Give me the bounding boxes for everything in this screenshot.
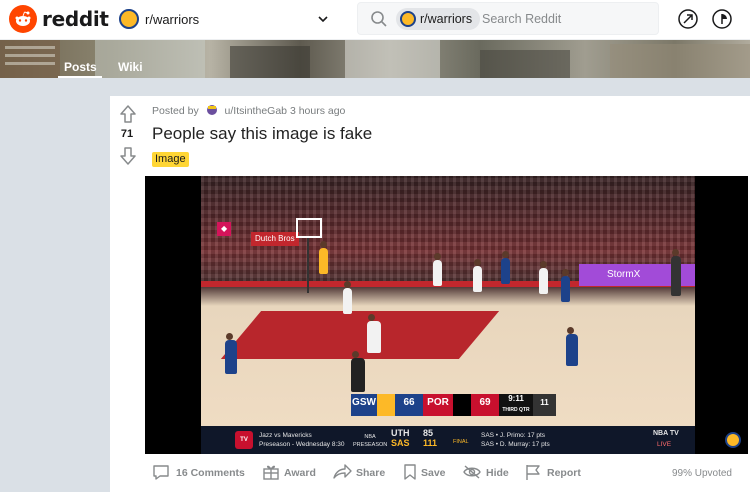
nba-tv-logo-icon: TV <box>235 431 253 449</box>
ticker-stat-2: SAS • D. Murray: 17 pts <box>481 441 550 448</box>
hide-eye-icon <box>463 465 481 479</box>
ticker-live-label: LIVE <box>657 441 672 448</box>
post-time: 3 hours ago <box>289 105 346 117</box>
share-label: Share <box>356 467 386 479</box>
post-media[interactable]: ◆ Dutch Bros StormX GSW 66 POR 69 9:11 T… <box>145 176 748 454</box>
comments-label: 16 Comments <box>176 467 245 479</box>
ticker-promo-2: Preseason - Wednesday 8:30 <box>259 441 345 448</box>
clock-value: 9:11 <box>508 394 524 403</box>
award-label: Award <box>284 467 316 479</box>
popular-arrow-icon[interactable] <box>677 8 699 30</box>
report-label: Report <box>547 467 581 479</box>
search-chip-label: r/warriors <box>420 12 473 26</box>
tab-wiki[interactable]: Wiki <box>118 60 143 74</box>
post-meta: Posted by u/ItsintheGab 3 hours ago <box>152 104 345 117</box>
score-ticker: TV Jazz vs Mavericks Preseason - Wednesd… <box>201 426 695 454</box>
report-button[interactable]: Report <box>524 462 586 484</box>
search-community-chip[interactable]: r/warriors <box>396 8 481 30</box>
comments-button[interactable]: 16 Comments <box>152 462 248 484</box>
search-icon <box>371 11 387 27</box>
award-button[interactable]: Award <box>262 462 322 484</box>
player <box>367 314 381 353</box>
ticker-home-score: 111 <box>423 438 438 448</box>
player <box>343 281 352 314</box>
ticker-stat-1: SAS • J. Primo: 17 pts <box>481 432 546 439</box>
shot-clock: 11 <box>533 394 556 416</box>
player <box>473 259 482 292</box>
flag-icon <box>526 465 540 480</box>
community-name: r/warriors <box>145 12 200 27</box>
team1-score: 66 <box>395 394 423 416</box>
player <box>566 327 578 366</box>
stats-icon[interactable] <box>711 8 733 30</box>
ticker-home-team: SAS <box>391 438 410 448</box>
warriors-logo-icon <box>725 432 741 448</box>
player <box>225 333 237 374</box>
post-card[interactable]: 71 Posted by u/ItsintheGab 3 hours ago P… <box>110 96 750 492</box>
stormx-ad-label: StormX <box>607 269 641 280</box>
ticker-game-type: NBA PRESEASON <box>353 434 388 448</box>
team2-score: 69 <box>471 394 499 416</box>
player <box>501 251 510 284</box>
downvote-arrow-icon[interactable] <box>119 146 137 166</box>
award-icon <box>263 465 279 480</box>
post-flair[interactable]: Image <box>152 152 189 167</box>
ticker-away-team: UTH <box>391 428 410 438</box>
community-selector[interactable]: r/warriors <box>115 4 340 34</box>
player <box>539 261 548 294</box>
dutch-bros-ad: Dutch Bros <box>251 232 299 246</box>
court-paint <box>220 311 500 359</box>
player <box>433 253 442 286</box>
vote-score: 71 <box>120 128 134 140</box>
bookmark-icon <box>404 464 416 480</box>
quarter-label: THIRD QTR <box>502 407 530 413</box>
team2-name: POR <box>423 394 453 416</box>
team2-logo <box>453 394 471 416</box>
share-icon <box>333 464 352 479</box>
author-link[interactable]: u/ItsintheGab <box>225 105 287 117</box>
upvote-ratio: 99% Upvoted <box>671 468 732 479</box>
search-bar[interactable]: r/warriors Search Reddit <box>357 2 659 35</box>
upvote-arrow-icon[interactable] <box>119 104 137 124</box>
top-header: reddit r/warriors r/warriors Search Redd… <box>0 0 750 40</box>
game-clock: 9:11 THIRD QTR <box>499 394 533 416</box>
player <box>319 241 328 274</box>
ticker-promo-1: Jazz vs Mavericks <box>259 432 312 439</box>
team1-name: GSW <box>351 394 377 416</box>
save-button[interactable]: Save <box>402 462 452 484</box>
referee <box>351 351 365 392</box>
ticker-away-score: 85 <box>423 428 434 438</box>
warriors-logo-icon <box>119 9 139 29</box>
ticker-nba-tv-label: NBA TV <box>653 430 679 437</box>
warriors-logo-icon <box>400 11 416 27</box>
ticker-status: FINAL <box>453 439 469 445</box>
save-label: Save <box>421 467 446 479</box>
player <box>671 249 681 296</box>
scoreboard: GSW 66 POR 69 9:11 THIRD QTR 11 <box>351 394 556 416</box>
tab-posts[interactable]: Posts <box>64 60 97 74</box>
hide-button[interactable]: Hide <box>462 462 516 484</box>
team1-logo <box>377 394 395 416</box>
comment-icon <box>153 465 169 480</box>
player <box>561 269 570 302</box>
community-banner: Posts Wiki <box>0 40 750 78</box>
vote-column: 71 <box>110 96 144 492</box>
posted-by-label: Posted by <box>152 105 199 117</box>
courtside-ad: ◆ <box>217 222 232 236</box>
hoop-stand <box>307 238 309 293</box>
basketball-court-image: ◆ Dutch Bros StormX GSW 66 POR 69 9:11 T… <box>201 176 695 426</box>
share-button[interactable]: Share <box>332 462 392 484</box>
chevron-down-icon <box>318 16 328 23</box>
reddit-wordmark[interactable]: reddit <box>42 7 109 31</box>
active-tab-indicator <box>58 76 102 78</box>
reddit-logo-icon[interactable] <box>9 5 37 33</box>
search-input[interactable]: Search Reddit <box>482 12 561 26</box>
hide-label: Hide <box>486 467 509 479</box>
post-title[interactable]: People say this image is fake <box>152 124 372 144</box>
backboard <box>296 218 322 238</box>
user-avatar-icon[interactable] <box>206 104 218 116</box>
